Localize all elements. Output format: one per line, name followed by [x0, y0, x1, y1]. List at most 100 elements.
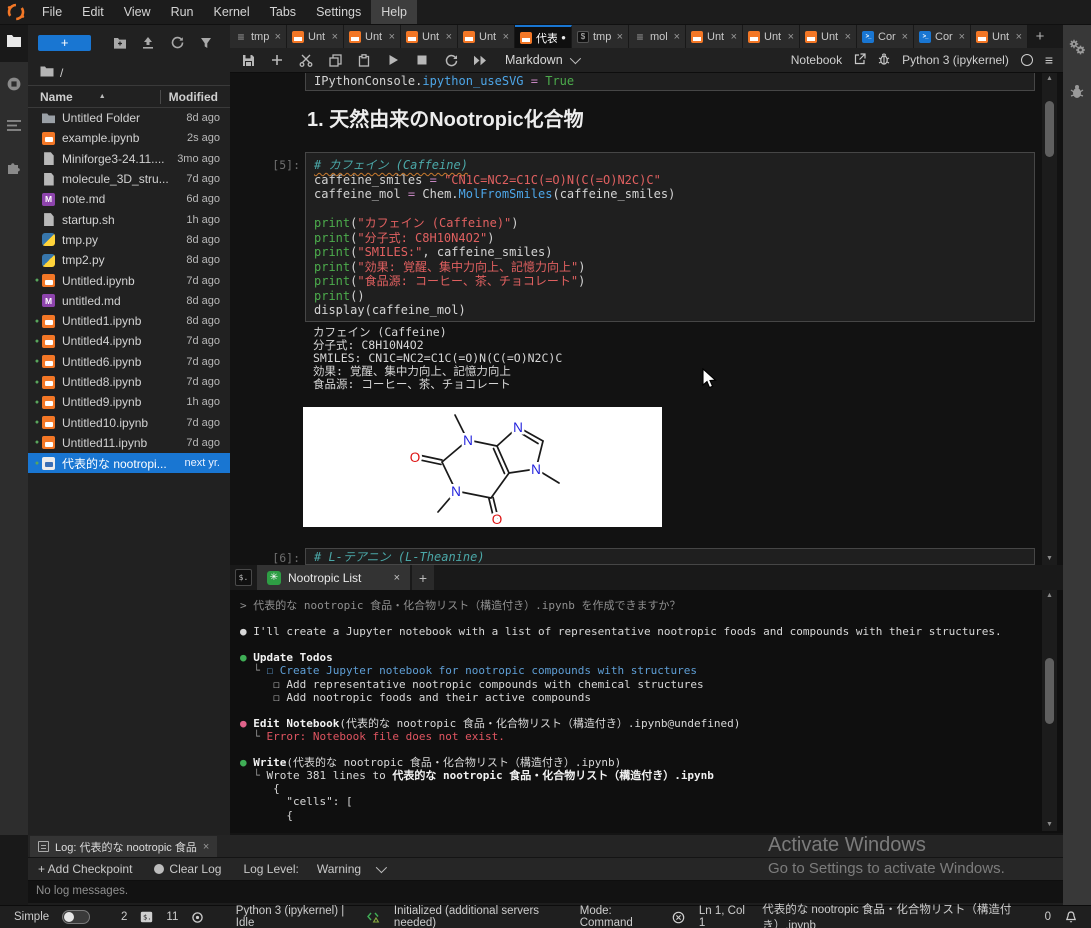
external-link-icon[interactable] [854, 53, 866, 68]
restart-kernel-icon[interactable] [443, 52, 459, 68]
editor-tab[interactable]: tmp × [572, 25, 629, 48]
editor-tab[interactable]: Unt × [287, 25, 344, 48]
add-checkpoint-button[interactable]: + Add Checkpoint [38, 862, 132, 876]
simple-mode-toggle[interactable] [62, 910, 89, 924]
menu-item[interactable]: Help [371, 0, 417, 24]
breadcrumb[interactable]: / [28, 60, 230, 85]
menu-item[interactable]: Edit [72, 0, 114, 24]
kernel-status[interactable]: Python 3 (ipykernel) | Idle [236, 905, 354, 928]
code-cell-input[interactable]: # カフェイン (Caffeine) caffeine_smiles = "CN… [305, 152, 1035, 322]
file-row[interactable]: ● Untitled4.ipynb 7d ago [28, 331, 230, 351]
terminal-tab[interactable]: Nootropic List × [257, 565, 410, 590]
terminal-icon[interactable]: $. [235, 569, 252, 586]
clear-log-button[interactable]: Clear Log [154, 862, 221, 876]
editor-tab[interactable]: Unt × [971, 25, 1028, 48]
kernel-status-icon[interactable] [1021, 54, 1033, 66]
property-inspector-icon[interactable] [1068, 39, 1086, 60]
tab-close-button[interactable]: × [731, 31, 737, 43]
upload-button[interactable] [134, 36, 163, 49]
file-row[interactable]: tmp2.py 8d ago [28, 250, 230, 270]
table-of-contents-icon[interactable] [6, 119, 22, 137]
terminal-scrollbar[interactable]: ▲ ▼ [1042, 590, 1057, 831]
kernel-name[interactable]: Python 3 (ipykernel) [902, 53, 1009, 67]
editor-tab[interactable]: Unt × [401, 25, 458, 48]
cell-type-select[interactable]: Markdown [505, 53, 578, 67]
menu-item[interactable]: Run [161, 0, 204, 24]
refresh-button[interactable] [163, 36, 192, 49]
editor-tab[interactable]: Unt × [686, 25, 743, 48]
file-row[interactable]: Miniforge3-24.11.... 3mo ago [28, 149, 230, 169]
tab-close-button[interactable]: × [275, 31, 281, 43]
log-level-select[interactable]: Warning [317, 862, 384, 876]
file-row[interactable]: ● Untitled6.ipynb 7d ago [28, 352, 230, 372]
menu-item[interactable]: Kernel [204, 0, 260, 24]
notification-count[interactable]: 0 [1045, 911, 1051, 923]
file-row[interactable]: ● Untitled1.ipynb 8d ago [28, 311, 230, 331]
cut-cells-icon[interactable] [298, 52, 314, 68]
notebook-scrollbar[interactable]: ▲ ▼ [1042, 73, 1057, 565]
interrupt-kernel-icon[interactable] [414, 52, 430, 68]
tab-close-button[interactable]: × [332, 31, 338, 43]
tab-close-button[interactable]: × [845, 31, 851, 43]
restart-run-all-icon[interactable] [472, 52, 488, 68]
file-row[interactable]: ● Untitled10.ipynb 7d ago [28, 412, 230, 432]
tab-close-button[interactable]: × [1016, 31, 1022, 43]
code-cell-input[interactable]: IPythonConsole.ipython_useSVG = True [305, 73, 1035, 91]
running-sessions-icon[interactable] [6, 76, 22, 97]
code-cell-input[interactable]: # L-テアニン (L-Theanine) [305, 548, 1035, 565]
tab-close-button[interactable]: × [446, 31, 452, 43]
new-folder-button[interactable] [105, 37, 134, 49]
terminals-count[interactable]: 2 [121, 911, 127, 923]
editor-tab[interactable]: mol × [629, 25, 686, 48]
editor-tab[interactable]: tmp × [230, 25, 287, 48]
language-server-status[interactable]: Initialized (additional servers needed) [394, 905, 567, 928]
editor-tab[interactable]: Unt × [458, 25, 515, 48]
scrollbar-thumb[interactable] [1045, 658, 1054, 724]
kernel-menu-icon[interactable]: ≡ [1045, 52, 1053, 68]
file-row[interactable]: note.md 6d ago [28, 189, 230, 209]
file-row[interactable]: example.ipynb 2s ago [28, 128, 230, 148]
file-row[interactable]: Untitled Folder 8d ago [28, 108, 230, 128]
new-launcher-button[interactable]: + [38, 35, 91, 51]
tab-close-button[interactable]: × [617, 31, 623, 43]
tab-close-button[interactable]: × [674, 31, 680, 43]
tab-close-button[interactable]: × [203, 841, 209, 853]
copy-cells-icon[interactable] [327, 52, 343, 68]
editor-tab[interactable]: Cor × [914, 25, 971, 48]
tab-close-button[interactable]: × [959, 31, 965, 43]
column-header-modified[interactable]: Modified [169, 90, 218, 104]
terminal-output[interactable]: > 代表的な nootropic 食品・化合物リスト（構造付き）.ipynb を… [230, 590, 1045, 831]
markdown-heading[interactable]: 1. 天然由来のNootropic化合物 [307, 103, 584, 132]
file-row[interactable]: startup.sh 1h ago [28, 209, 230, 229]
bell-icon[interactable] [1065, 911, 1077, 924]
command-mode-indicator[interactable]: Mode: Command [580, 905, 658, 928]
tab-close-button[interactable]: × [788, 31, 794, 43]
scroll-down-arrow[interactable]: ▼ [1042, 819, 1057, 831]
editor-tab[interactable]: Unt × [743, 25, 800, 48]
file-row[interactable]: ● 代表的な nootropi... next yr. [28, 453, 230, 473]
file-row[interactable]: untitled.md 8d ago [28, 291, 230, 311]
menu-item[interactable]: File [32, 0, 72, 24]
kernels-count[interactable]: 11 [166, 911, 178, 923]
editor-tab[interactable]: Unt × [344, 25, 401, 48]
save-icon[interactable] [240, 52, 256, 68]
tab-close-button[interactable]: × [503, 31, 509, 43]
tab-close-button[interactable]: × [902, 31, 908, 43]
trust-shield-icon[interactable] [672, 911, 685, 924]
scroll-up-arrow[interactable]: ▲ [1042, 73, 1057, 85]
tab-close-button[interactable]: × [389, 31, 395, 43]
menu-item[interactable]: Settings [306, 0, 371, 24]
file-row[interactable]: ● Untitled9.ipynb 1h ago [28, 392, 230, 412]
log-tab[interactable]: Log: 代表的な nootropic 食品 × [30, 836, 217, 857]
paste-cells-icon[interactable] [356, 52, 372, 68]
file-row[interactable]: molecule_3D_stru... 7d ago [28, 169, 230, 189]
tab-close-button[interactable]: × [394, 572, 400, 584]
run-cell-icon[interactable] [385, 52, 401, 68]
scroll-down-arrow[interactable]: ▼ [1042, 553, 1057, 565]
menu-item[interactable]: View [114, 0, 161, 24]
scroll-up-arrow[interactable]: ▲ [1042, 590, 1057, 602]
extension-manager-icon[interactable] [6, 159, 22, 180]
add-cell-icon[interactable] [269, 52, 285, 68]
cursor-position[interactable]: Ln 1, Col 1 [699, 905, 748, 928]
file-row[interactable]: tmp.py 8d ago [28, 230, 230, 250]
